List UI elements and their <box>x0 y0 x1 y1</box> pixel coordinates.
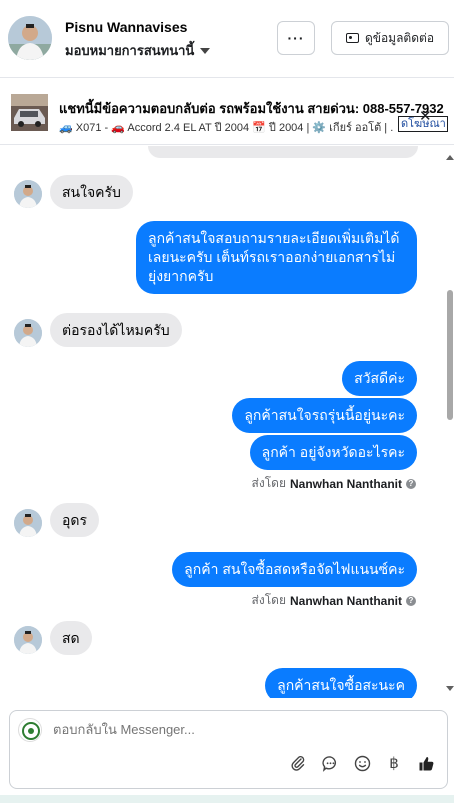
reply-input[interactable] <box>53 722 413 737</box>
thumbs-up-icon[interactable] <box>416 753 436 773</box>
attachment-icon[interactable] <box>288 753 308 773</box>
scrollbar[interactable] <box>446 146 454 698</box>
scrollbar-thumb[interactable] <box>447 290 453 420</box>
contact-avatar[interactable] <box>8 16 52 60</box>
partial-message-bubble <box>148 146 418 158</box>
sent-by-label: ส่งโดย Nanwhan Nanthanit ? <box>252 474 416 493</box>
thread-clip: ลูกค้าสนใจซื้อสะนะค <box>0 660 454 698</box>
sent-by-prefix: ส่งโดย <box>251 593 286 607</box>
sender-avatar[interactable] <box>14 319 42 347</box>
sent-by-prefix: ส่งโดย <box>251 476 286 490</box>
message-bubble-incoming: ต่อรองได้ไหมครับ <box>50 313 182 347</box>
info-icon[interactable]: ? <box>406 595 416 606</box>
sent-by-agent: Nanwhan Nanthanit <box>289 476 402 491</box>
message-bubble-outgoing: ลูกค้าสนใจสอบถามรายละเอียดเพิ่มเติมได้เล… <box>136 221 417 294</box>
sent-by-agent: Nanwhan Nanthanit <box>289 593 402 608</box>
ad-title: แชทนี้มีข้อความตอบกลับต่อ รถพร้อมใช้งาน … <box>59 101 444 116</box>
caret-down-icon <box>200 47 211 54</box>
contact-name[interactable]: Pisnu Wannavises <box>65 19 187 35</box>
message-bubble-outgoing: สวัสดีค่ะ <box>342 361 417 396</box>
sender-avatar[interactable] <box>14 180 42 208</box>
contact-card-icon <box>345 33 359 43</box>
sender-avatar[interactable] <box>14 626 42 654</box>
view-ad-link[interactable]: ดโฆษณา <box>398 116 448 132</box>
scroll-down-icon[interactable] <box>446 686 454 691</box>
sent-by-label: ส่งโดย Nanwhan Nanthanit ? <box>252 591 416 610</box>
assign-conversation-dropdown[interactable]: มอบหมายการสนทนานี้ <box>65 40 211 61</box>
scroll-up-icon[interactable] <box>446 155 454 160</box>
sender-avatar[interactable] <box>14 509 42 537</box>
page-avatar <box>18 718 42 742</box>
info-icon[interactable]: ? <box>406 478 416 489</box>
message-bubble-outgoing: ลูกค้า สนใจซื้อสดหรือจัดไฟแนนซ์คะ <box>172 552 417 587</box>
message-bubble-outgoing: ลูกค้าสนใจรถรุ่นนี้อยู่นะคะ <box>232 398 417 433</box>
emoji-icon[interactable] <box>352 753 372 773</box>
message-bubble-outgoing: ลูกค้าสนใจซื้อสะนะค <box>265 668 417 698</box>
saved-replies-icon[interactable] <box>320 753 340 773</box>
assign-label: มอบหมายการสนทนานี้ <box>65 43 195 58</box>
message-bubble-incoming: อุดร <box>50 503 100 537</box>
view-contact-info-label: ดูข้อมูลติดต่อ <box>364 30 435 45</box>
message-bubble-incoming: สนใจครับ <box>50 175 133 209</box>
footer-strip <box>0 795 454 803</box>
view-contact-info-button[interactable]: ดูข้อมูลติดต่อ <box>331 21 449 55</box>
ad-subtitle: 🚙 X071 - 🚗 Accord 2.4 EL AT ปี 2004 📅 ปี… <box>59 122 394 134</box>
payment-icon[interactable]: ฿ <box>384 753 404 773</box>
car-thumbnail <box>11 94 48 131</box>
message-bubble-incoming: สด <box>50 621 92 655</box>
more-options-button[interactable]: ··· <box>277 21 315 55</box>
message-bubble-outgoing: ลูกค้า อยู่จังหวัดอะไรคะ <box>249 435 417 470</box>
